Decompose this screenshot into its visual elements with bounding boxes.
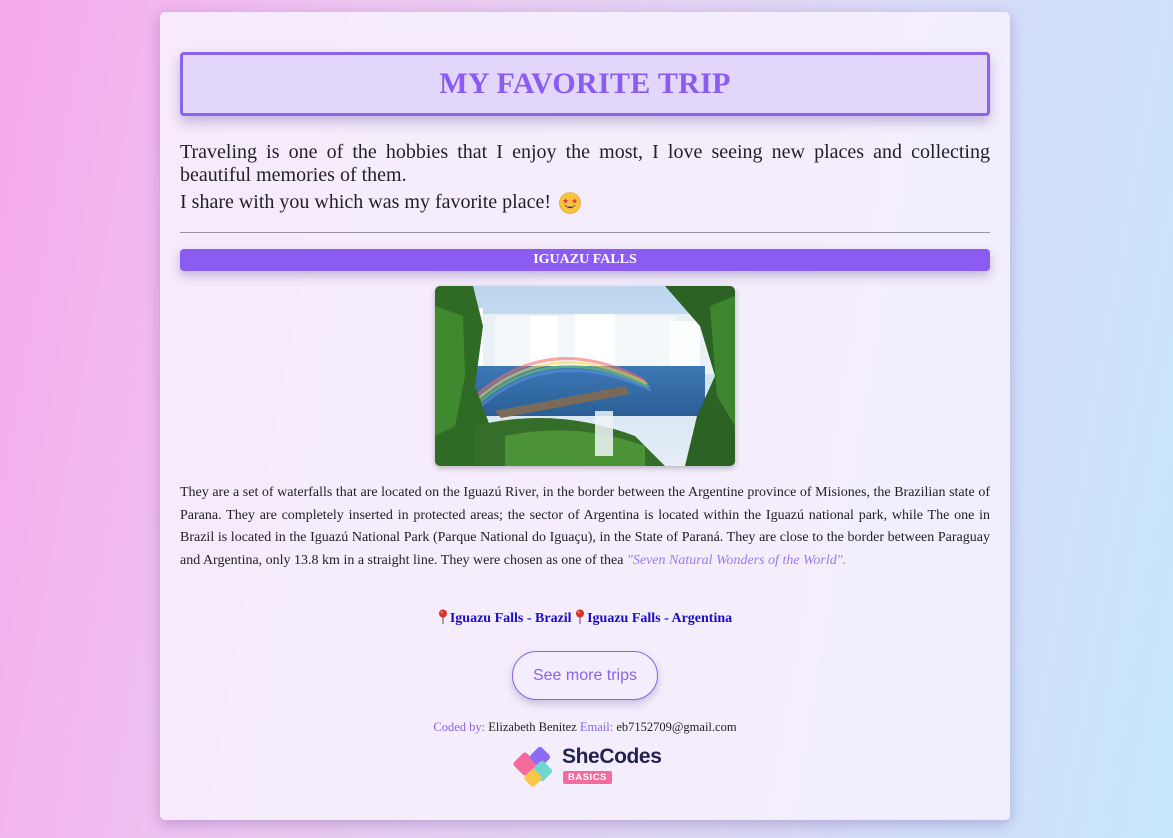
author-email: eb7152709@gmail.com xyxy=(616,720,737,734)
intro: Traveling is one of the hobbies that I e… xyxy=(180,141,990,214)
location-links: Iguazu Falls - Brazil Iguazu Falls - Arg… xyxy=(180,609,990,627)
star-struck-emoji-icon xyxy=(559,191,581,214)
trip-card: MY FAVORITE TRIP Traveling is one of the… xyxy=(160,12,1010,820)
link-iguazu-brazil[interactable]: Iguazu Falls - Brazil xyxy=(450,611,572,626)
author-name: Elizabeth Benitez xyxy=(488,720,577,734)
waterfall-photo xyxy=(435,286,735,466)
shecodes-logo: SheCodes BASICS xyxy=(512,745,664,791)
round-pushpin-icon xyxy=(575,609,585,624)
basics-badge: BASICS xyxy=(563,771,612,784)
intro-share-text: I share with you which was my favorite p… xyxy=(180,191,551,213)
footer: Coded by: Elizabeth Benitez Email: eb715… xyxy=(180,720,990,735)
coded-by-label: Coded by: xyxy=(433,720,486,734)
intro-share-line: I share with you which was my favorite p… xyxy=(180,191,990,214)
section-title: IGUAZU FALLS xyxy=(533,252,637,267)
description-text: They are a set of waterfalls that are lo… xyxy=(180,485,990,568)
divider xyxy=(180,232,990,233)
round-pushpin-icon xyxy=(438,609,448,624)
see-more-trips-button[interactable]: See more trips xyxy=(512,651,658,700)
email-label: Email: xyxy=(579,720,614,734)
page-title: MY FAVORITE TRIP xyxy=(439,67,731,100)
title-box: MY FAVORITE TRIP xyxy=(180,52,990,116)
description: They are a set of waterfalls that are lo… xyxy=(180,482,990,572)
intro-paragraph: Traveling is one of the hobbies that I e… xyxy=(180,141,990,186)
section-title-bar: IGUAZU FALLS xyxy=(180,249,990,271)
link-iguazu-argentina[interactable]: Iguazu Falls - Argentina xyxy=(587,611,732,626)
description-quote: "Seven Natural Wonders of the World". xyxy=(626,552,847,568)
shecodes-wordmark: SheCodes xyxy=(562,745,662,768)
shecodes-logo-icon xyxy=(513,746,553,787)
